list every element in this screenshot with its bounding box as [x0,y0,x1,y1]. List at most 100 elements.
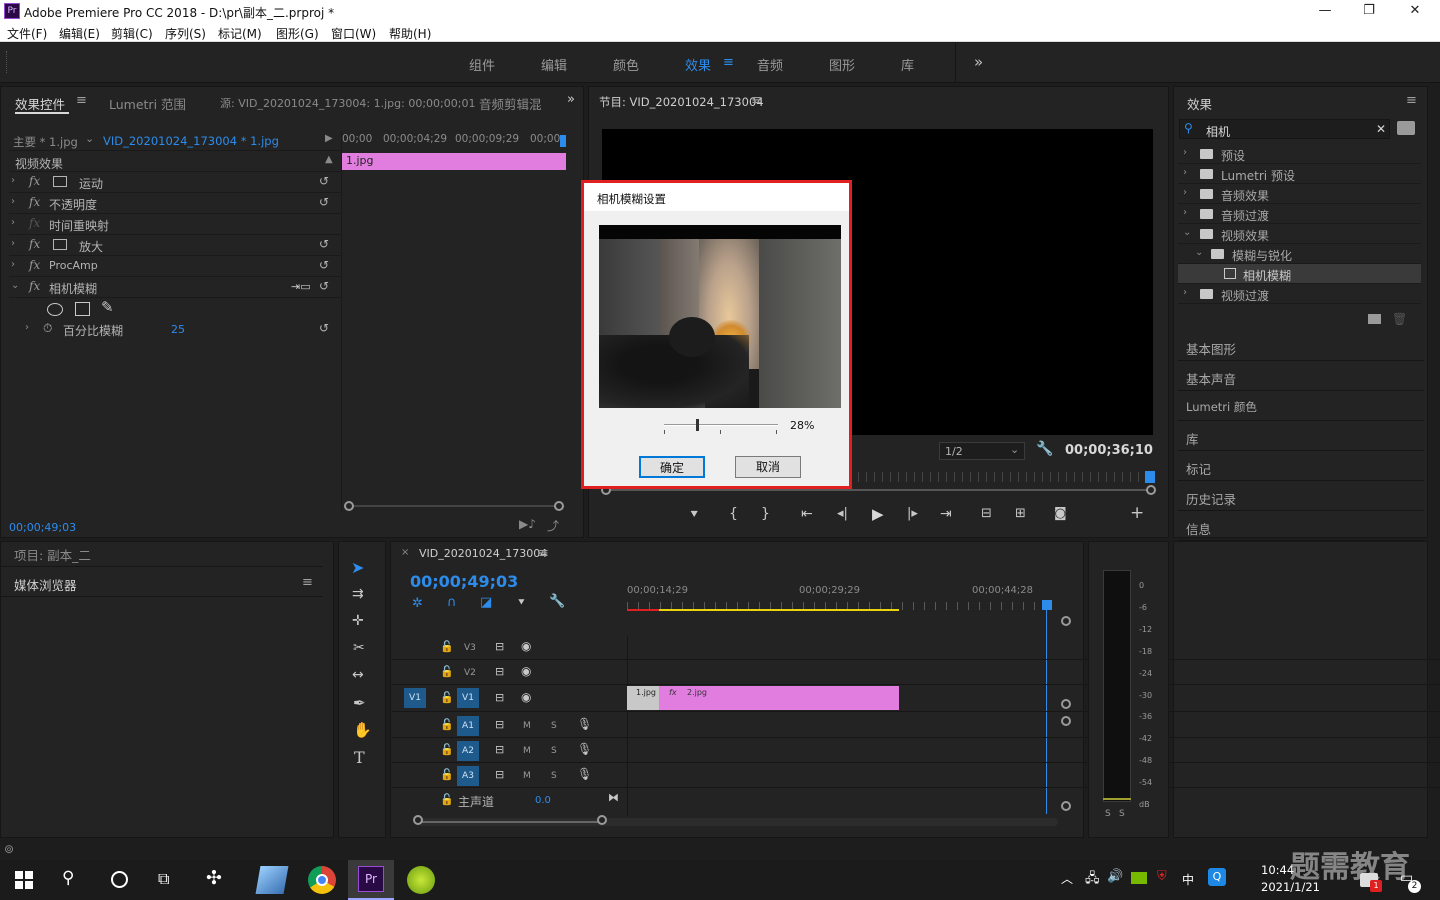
volume-icon[interactable]: 🔊 [1107,869,1123,884]
close-button[interactable]: ✕ [1392,0,1438,22]
add-marker-icon[interactable]: ⯆ [517,596,526,610]
chevron-right-icon[interactable]: › [1183,207,1187,218]
pen-mask-icon[interactable]: ✎ [101,298,114,316]
program-zoom-scrollbar[interactable] [606,489,1151,491]
mute-button[interactable]: M [523,746,531,756]
panel-menu-icon[interactable]: ≡ [538,546,549,561]
effects-item-video-transitions[interactable]: › 视频过渡 [1178,284,1421,304]
scroll-handle-right[interactable] [1146,485,1156,495]
fx-icon[interactable]: fx [29,195,40,209]
mute-button[interactable]: M [523,771,531,781]
blur-slider-track[interactable] [664,424,778,426]
tab-source[interactable]: 源: VID_20201024_173004: 1.jpg: 00;00;00;… [220,95,475,111]
ec-horizontal-scrollbar[interactable] [348,505,558,507]
clear-search-icon[interactable]: ✕ [1376,122,1386,136]
panel-overflow-icon[interactable]: » [567,92,575,107]
effect-row-camera-blur[interactable]: ⌄ fx 相机模糊 ⇥▭ ↺ [9,277,341,298]
blur-slider-thumb[interactable] [696,419,699,431]
step-forward-icon[interactable]: |▸ [907,506,918,521]
solo-button[interactable]: S [551,721,557,731]
lift-icon[interactable]: ⊟ [981,506,992,521]
workspace-libraries[interactable]: 库 [901,55,914,74]
master-clip-label[interactable]: 主要 * 1.jpg [13,134,78,150]
track-select-tool-icon[interactable]: ⇉ [352,586,364,602]
solo-button[interactable]: S [551,771,557,781]
workspace-edit[interactable]: 编辑 [541,55,567,74]
clip-label[interactable]: VID_20201024_173004 * 1.jpg [103,134,279,148]
reset-icon[interactable]: ↺ [319,195,329,209]
effects-item-camera-blur[interactable]: 相机模糊 [1178,264,1421,284]
resolution-select[interactable]: 1/2 ⌄ [939,442,1025,460]
tab-effect-controls[interactable]: 效果控件 [15,94,65,113]
lock-icon[interactable]: 🔓 [440,743,454,756]
reset-icon[interactable]: ↺ [319,258,329,272]
workspace-graphics[interactable]: 图形 [829,55,855,74]
v-scroll-handle-top[interactable] [1061,616,1071,626]
clip-1-jpg[interactable]: 1.jpg [627,686,659,710]
sync-lock-icon[interactable]: ⊟ [495,743,504,756]
microphone-icon[interactable]: 🎙 [577,717,592,731]
stopwatch-icon[interactable]: ⏱ [43,321,52,336]
chevron-down-icon[interactable]: ⌄ [11,280,19,291]
chevron-right-icon[interactable]: › [11,217,15,228]
transform-box-icon[interactable] [53,176,67,187]
step-back-icon[interactable]: ◂| [837,506,848,521]
notes-app-icon[interactable] [255,866,289,894]
chevron-right-icon[interactable]: › [11,175,15,186]
cortana-icon[interactable] [111,871,128,888]
menu-marker[interactable]: 标记(M) [218,25,262,42]
slip-tool-icon[interactable]: ↔ [352,667,364,683]
green-app-icon[interactable] [407,866,435,894]
panel-markers[interactable]: 标记 [1178,452,1424,481]
pen-tool-icon[interactable]: ✒ [353,694,366,712]
tab-lumetri-scopes[interactable]: Lumetri 范围 [109,94,186,113]
effects-search-box[interactable]: ⚲ 相机 ✕ [1179,119,1390,139]
collapse-up-icon[interactable]: ▲ [325,154,333,165]
play-triangle-icon[interactable]: ▶ [325,133,333,144]
playhead-marker[interactable] [1042,600,1052,610]
search-input[interactable]: 相机 [1206,123,1230,140]
transform-box-icon[interactable] [53,239,67,250]
razor-tool-icon[interactable]: ✂ [353,640,365,656]
microphone-icon[interactable]: 🎙 [577,767,592,781]
sync-lock-icon[interactable]: ⊟ [495,665,504,678]
sync-lock-icon[interactable]: ⊟ [495,768,504,781]
wrench-icon[interactable]: 🔧 [1036,441,1053,457]
minimize-button[interactable]: — [1302,0,1348,22]
hand-tool-icon[interactable]: ✋ [353,721,372,739]
a-scroll-handle-bottom[interactable] [1061,801,1071,811]
chevron-right-icon[interactable]: › [1183,167,1187,178]
effect-row-magnify[interactable]: › fx 放大 ↺ [9,235,341,256]
type-tool-icon[interactable]: T [354,748,365,767]
task-view-icon[interactable]: ⧉ [158,869,169,889]
eye-icon[interactable]: ◉ [521,664,531,678]
dialog-cancel-button[interactable]: 取消 [735,456,801,478]
network-icon[interactable]: 🖧 [1085,869,1100,891]
ec-time-ruler[interactable]: 00;00 00;00;04;29 00;00;09;29 00;00 [342,131,566,151]
panel-history[interactable]: 历史记录 [1178,482,1424,511]
sync-lock-icon[interactable]: ⊟ [495,691,504,704]
play-icon[interactable]: ▶ [872,505,884,523]
go-to-end-icon[interactable]: ⧓ [608,791,619,804]
reset-icon[interactable]: ↺ [319,321,329,335]
effects-item-presets[interactable]: › 预设 [1178,144,1421,164]
solo-button[interactable]: S [551,746,557,756]
panel-libraries[interactable]: 库 [1178,422,1424,451]
lock-icon[interactable]: 🔓 [440,768,454,781]
nest-icon[interactable]: ✲ [412,596,423,611]
timeline-sequence-tab[interactable]: VID_20201024_173004 [419,547,547,560]
param-value[interactable]: 25 [171,323,185,336]
effect-row-time-remap[interactable]: › fx 时间重映射 [9,214,341,235]
param-row-blur-percent[interactable]: › ⏱ 百分比模糊 25 ↺ [9,319,341,340]
chevron-down-icon[interactable]: ⌄ [1195,247,1203,258]
close-tab-icon[interactable]: × [401,547,409,558]
track-target-a2[interactable]: A2 [457,741,479,761]
search-icon[interactable]: ⚲ [62,868,74,888]
chevron-right-icon[interactable]: › [11,196,15,207]
workspace-assembly[interactable]: 组件 [469,55,495,74]
sync-lock-icon[interactable]: ⊟ [495,718,504,731]
chevron-right-icon[interactable]: › [1183,187,1187,198]
effects-panel-title[interactable]: 效果 [1187,94,1212,113]
lock-icon[interactable]: 🔓 [440,640,454,653]
lock-icon[interactable]: 🔓 [440,718,454,731]
